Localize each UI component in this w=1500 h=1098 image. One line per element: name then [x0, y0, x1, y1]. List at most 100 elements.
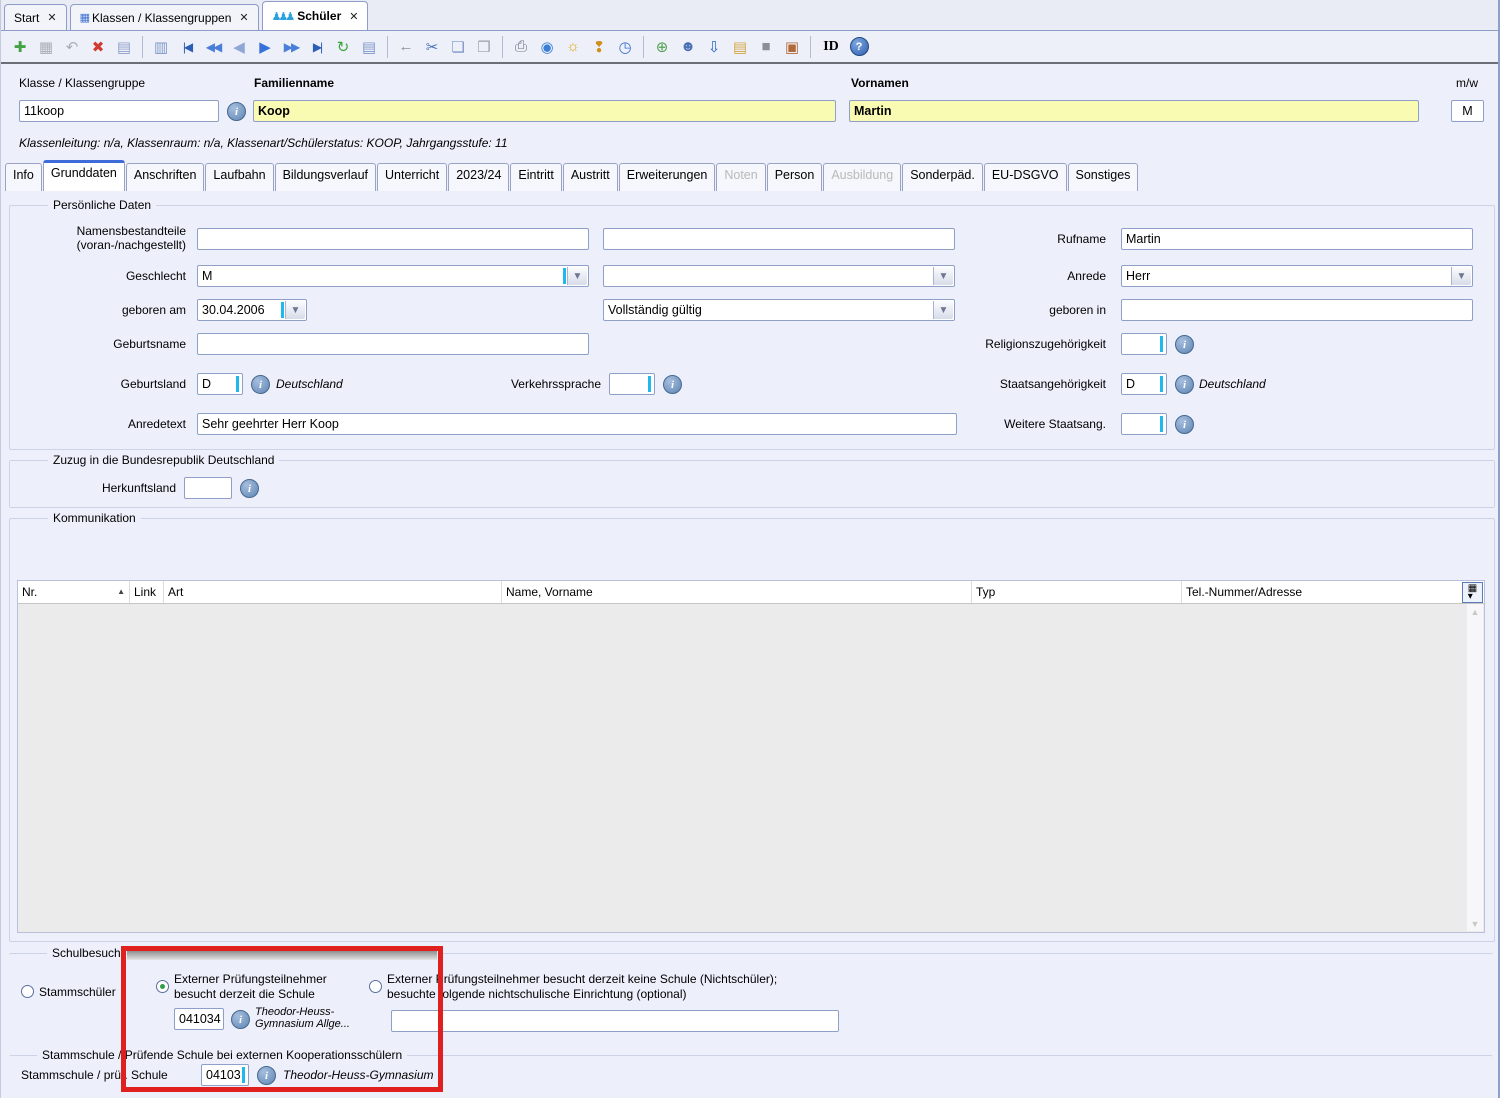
geschlecht-dropdown-icon[interactable]: ▼ — [567, 267, 587, 285]
geschlecht2-select[interactable]: ▼ — [603, 265, 955, 287]
card-view-icon[interactable]: ▥ — [148, 35, 174, 59]
religion-info-icon[interactable]: i — [1175, 335, 1194, 354]
column-header-typ[interactable]: Typ — [972, 581, 1182, 603]
verkehrssprache-info-icon[interactable]: i — [663, 375, 682, 394]
column-header-name-vorname[interactable]: Name, Vorname — [502, 581, 972, 603]
geboren-am-dropdown-icon[interactable]: ▼ — [285, 301, 305, 319]
column-chooser-button[interactable]: ▦▾ — [1462, 582, 1483, 603]
einrichtung-input[interactable] — [391, 1010, 839, 1032]
birthdate-status-select[interactable]: Vollständig gültig ▼ — [603, 299, 955, 321]
geschlecht2-dropdown-icon[interactable]: ▼ — [933, 267, 953, 285]
student-icon[interactable]: ☻ — [675, 35, 701, 59]
close-tab-icon[interactable]: ✕ — [239, 11, 248, 24]
next-record-icon[interactable]: ▶ — [252, 35, 278, 59]
geboren-am-input[interactable]: 30.04.2006 ▼ — [197, 299, 307, 321]
anrede-dropdown-icon[interactable]: ▼ — [1451, 267, 1471, 285]
tab-eintritt[interactable]: Eintritt — [510, 163, 561, 191]
undo-icon[interactable]: ↶ — [59, 35, 85, 59]
weitere-staatsang-input[interactable] — [1121, 413, 1167, 435]
weitere-staatsang-info-icon[interactable]: i — [1175, 415, 1194, 434]
refresh-icon[interactable]: ↻ — [330, 35, 356, 59]
fast-prev-icon[interactable]: ◀◀ — [200, 35, 226, 59]
geschlecht-select[interactable]: M ▼ — [197, 265, 589, 287]
staatsangehoerigkeit-input[interactable]: D — [1121, 373, 1167, 395]
id-button[interactable]: ID — [816, 35, 846, 59]
geburtsname-input[interactable] — [197, 333, 589, 355]
cut-icon[interactable]: ✂ — [419, 35, 445, 59]
delete-icon[interactable]: ✖ — [85, 35, 111, 59]
klasse-input[interactable]: 11koop — [19, 100, 219, 122]
window-tab-klassen[interactable]: ▦Klassen / Klassengruppen✕ — [70, 4, 259, 30]
verkehrssprache-input[interactable] — [609, 373, 655, 395]
column-header-nr-[interactable]: Nr.▲ — [18, 581, 130, 603]
tab-erweiterungen[interactable]: Erweiterungen — [619, 163, 716, 191]
stammschule-schulnr-input[interactable]: 04103 — [201, 1064, 249, 1086]
tab-person[interactable]: Person — [767, 163, 823, 191]
blackboard-icon[interactable]: ■ — [753, 35, 779, 59]
tab-laufbahn[interactable]: Laufbahn — [205, 163, 273, 191]
prev-record-icon[interactable]: ◀ — [226, 35, 252, 59]
scroll-up-icon[interactable]: ▲ — [1467, 604, 1483, 619]
tab-sonderpaed[interactable]: Sonderpäd. — [902, 163, 983, 191]
copy-icon[interactable]: ❏ — [445, 35, 471, 59]
column-header-link[interactable]: Link — [130, 581, 164, 603]
anredetext-input[interactable]: Sehr geehrter Herr Koop — [197, 413, 957, 435]
rufname-input[interactable]: Martin — [1121, 228, 1473, 250]
herkunftsland-info-icon[interactable]: i — [240, 479, 259, 498]
tab-sonstiges[interactable]: Sonstiges — [1068, 163, 1139, 191]
radio-externer-keine-schule[interactable] — [369, 980, 382, 993]
last-record-icon[interactable]: ▶| — [304, 35, 330, 59]
tab-anschriften[interactable]: Anschriften — [126, 163, 205, 191]
window-tab-schueler[interactable]: ♟♟♟Schüler✕ — [262, 1, 369, 30]
tab-info[interactable]: Info — [5, 163, 42, 191]
familienname-input[interactable]: Koop — [253, 100, 836, 122]
column-header-tel-nummer-adresse[interactable]: Tel.-Nummer/Adresse — [1182, 581, 1468, 603]
tab-austritt[interactable]: Austritt — [563, 163, 618, 191]
anrede-select[interactable]: Herr ▼ — [1121, 265, 1473, 287]
contact-card-icon[interactable]: ▣ — [779, 35, 805, 59]
schulnr-input[interactable]: 041034 — [174, 1008, 224, 1030]
radio-externer-schule[interactable] — [156, 980, 169, 993]
new-record-icon[interactable]: ✚ — [7, 35, 33, 59]
window-tab-start[interactable]: Start✕ — [4, 4, 67, 30]
print-icon[interactable]: ⎙ — [508, 35, 534, 59]
close-tab-icon[interactable]: ✕ — [47, 11, 56, 24]
fast-next-icon[interactable]: ▶▶ — [278, 35, 304, 59]
column-header-art[interactable]: Art — [164, 581, 502, 603]
schulnr-info-icon[interactable]: i — [231, 1010, 250, 1029]
geboren-in-input[interactable] — [1121, 299, 1473, 321]
mw-input[interactable]: M — [1451, 100, 1484, 122]
export-icon[interactable]: ⊕ — [649, 35, 675, 59]
staatsangehoerigkeit-info-icon[interactable]: i — [1175, 375, 1194, 394]
first-record-icon[interactable]: |◀ — [174, 35, 200, 59]
edit-data-icon[interactable]: ▤ — [111, 35, 137, 59]
bell-icon[interactable]: ❢ — [586, 35, 612, 59]
herkunftsland-input[interactable] — [184, 477, 232, 499]
birthdate-status-dropdown-icon[interactable]: ▼ — [933, 301, 953, 319]
vornamen-input[interactable]: Martin — [849, 100, 1419, 122]
table-scrollbar[interactable]: ▲ ▼ — [1467, 604, 1483, 931]
tab-bildungsverlauf[interactable]: Bildungsverlauf — [275, 163, 376, 191]
help-icon[interactable]: ? — [846, 35, 872, 59]
tab-grunddaten[interactable]: Grunddaten — [43, 160, 125, 191]
export-student-icon[interactable]: ⇩ — [701, 35, 727, 59]
scroll-down-icon[interactable]: ▼ — [1467, 916, 1483, 931]
list-view-icon[interactable]: ▤ — [356, 35, 382, 59]
radio-stammschueler[interactable] — [21, 985, 34, 998]
geburtsland-info-icon[interactable]: i — [251, 375, 270, 394]
clock-icon[interactable]: ◷ — [612, 35, 638, 59]
geburtsland-input[interactable]: D — [197, 373, 243, 395]
namensbestandteile-voran-input[interactable] — [197, 228, 589, 250]
tab-2023-24[interactable]: 2023/24 — [448, 163, 509, 191]
hint-icon[interactable]: ☼ — [560, 35, 586, 59]
klasse-info-icon[interactable]: i — [227, 102, 246, 121]
paste-icon[interactable]: ❒ — [471, 35, 497, 59]
preview-icon[interactable]: ◉ — [534, 35, 560, 59]
tab-unterricht[interactable]: Unterricht — [377, 163, 447, 191]
religion-input[interactable] — [1121, 333, 1167, 355]
back-arrow-icon[interactable]: ← — [393, 35, 419, 59]
tab-eu-dsgvo[interactable]: EU-DSGVO — [984, 163, 1067, 191]
import-folder-icon[interactable]: ▤ — [727, 35, 753, 59]
namensbestandteile-nach-input[interactable] — [603, 228, 955, 250]
save-icon[interactable]: ▦ — [33, 35, 59, 59]
